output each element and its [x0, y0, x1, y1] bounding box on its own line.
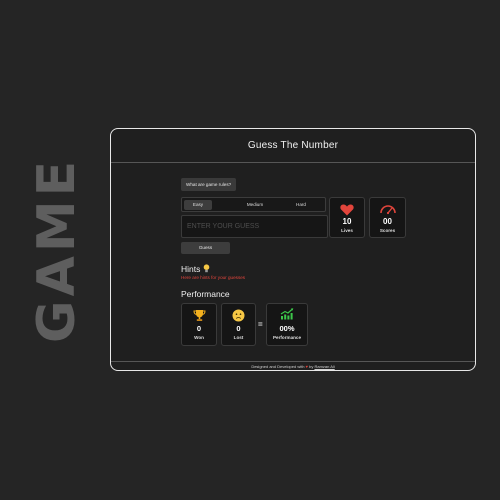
author-link[interactable]: Ramzan Ali [314, 364, 334, 369]
side-label-game: GAME [27, 156, 87, 344]
sad-face-icon [222, 309, 255, 322]
lost-value: 0 [236, 324, 241, 333]
lives-value: 10 [342, 217, 352, 226]
game-rules-button[interactable]: What are game rules? [181, 178, 237, 191]
trophy-icon [182, 309, 216, 322]
footer: Designed and Developed with ♥ by Ramzan … [111, 361, 475, 370]
hints-heading: Hints [181, 264, 210, 274]
speedometer-icon [370, 203, 405, 215]
guess-button[interactable]: Guess [181, 242, 230, 254]
heart-icon: ♥ [305, 364, 308, 369]
game-window: Guess The Number What are game rules? Ea… [110, 128, 476, 371]
lightbulb-icon [203, 264, 210, 274]
performance-rate-label: Performance [272, 335, 302, 340]
difficulty-easy-option[interactable]: Easy [184, 200, 212, 210]
won-value: 0 [196, 324, 202, 333]
trending-up-chart-icon [267, 308, 307, 320]
lost-label: Lost [233, 335, 244, 340]
lives-card: 10 Lives [329, 197, 365, 238]
equals-sign: = [258, 320, 263, 329]
won-label: Won [194, 335, 204, 340]
footer-text: Designed and Developed with [251, 364, 305, 369]
guess-input[interactable] [181, 215, 328, 238]
difficulty-selector: Easy Medium Hard [181, 197, 326, 212]
difficulty-medium-option[interactable]: Medium [237, 200, 273, 210]
hint-message: Here are hints for your guesses [181, 275, 246, 280]
lives-label: Lives [341, 228, 353, 233]
lost-card: 0 Lost [221, 303, 256, 346]
difficulty-hard-option[interactable]: Hard [286, 200, 316, 210]
scores-label: Scores [379, 228, 396, 233]
heart-icon [330, 204, 364, 216]
footer-connector: by [309, 364, 314, 369]
game-title: Guess The Number [247, 140, 339, 151]
scores-value: 00 [383, 217, 392, 226]
won-card: 0 Won [181, 303, 217, 346]
performance-rate-card: 00% Performance [266, 303, 308, 346]
hints-title: Hints [181, 264, 201, 274]
performance-rate-value: 00% [279, 324, 295, 333]
game-header: Guess The Number [111, 129, 475, 163]
performance-title: Performance [181, 289, 230, 299]
scores-card: 00 Scores [369, 197, 406, 238]
